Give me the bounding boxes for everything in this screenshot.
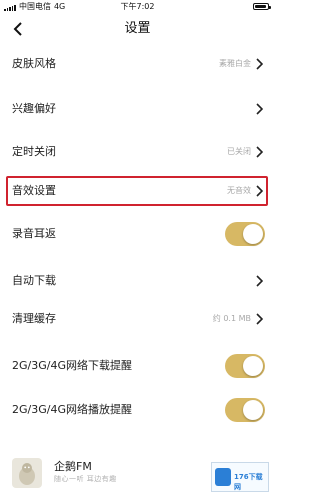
settings-row-download-reminder: 2G/3G/4G网络下载提醒	[0, 346, 275, 386]
watermark: 176下载网	[211, 462, 269, 492]
app-name: 企鹅FM	[54, 460, 92, 473]
row-label: 2G/3G/4G网络播放提醒	[12, 403, 132, 416]
row-value: 素雅白金	[219, 59, 251, 68]
row-value: 已关闭	[227, 147, 251, 156]
settings-row-sound-effect[interactable]: 音效设置 无音效	[0, 171, 275, 211]
penguin-logo-icon	[19, 463, 35, 485]
app-logo	[12, 458, 42, 488]
page-title: 设置	[124, 21, 151, 36]
chevron-right-icon	[256, 275, 263, 287]
row-label: 录音耳返	[12, 227, 56, 240]
play-reminder-toggle[interactable]	[225, 398, 265, 422]
toggle-knob	[243, 356, 263, 376]
settings-row-ear-return: 录音耳返	[0, 214, 275, 254]
row-value: 约 0.1 MB	[212, 314, 251, 323]
row-label: 自动下载	[12, 274, 56, 287]
ear-return-toggle[interactable]	[225, 222, 265, 246]
row-label: 定时关闭	[12, 145, 56, 158]
settings-row-clear-cache[interactable]: 清理缓存 约 0.1 MB	[0, 299, 275, 339]
download-reminder-toggle[interactable]	[225, 354, 265, 378]
settings-row-play-reminder: 2G/3G/4G网络播放提醒	[0, 390, 275, 430]
watermark-badge-icon	[215, 468, 231, 486]
chevron-right-icon	[256, 103, 263, 115]
app-slogan: 随心一听 耳边有趣	[54, 475, 117, 483]
settings-row-skin[interactable]: 皮肤风格 素雅白金	[0, 44, 275, 84]
toggle-knob	[243, 400, 263, 420]
chevron-right-icon	[256, 58, 263, 70]
row-label: 2G/3G/4G网络下载提醒	[12, 359, 132, 372]
settings-row-interests[interactable]: 兴趣偏好	[0, 89, 275, 129]
status-bar: 中国电信 4G 下午7:02	[0, 0, 275, 14]
toggle-knob	[243, 224, 263, 244]
chevron-right-icon	[256, 313, 263, 325]
settings-row-timer[interactable]: 定时关闭 已关闭	[0, 132, 275, 172]
chevron-right-icon	[256, 185, 263, 197]
battery-icon	[253, 3, 271, 10]
status-time: 下午7:02	[120, 2, 155, 11]
row-value: 无音效	[227, 186, 251, 195]
settings-row-auto-download[interactable]: 自动下载	[0, 261, 275, 301]
row-label: 皮肤风格	[12, 57, 56, 70]
row-label: 兴趣偏好	[12, 102, 56, 115]
app-info-card: 企鹅FM 随心一听 耳边有趣 176下载网	[0, 452, 275, 498]
chevron-right-icon	[256, 146, 263, 158]
watermark-text: 176下载网	[234, 473, 263, 491]
nav-bar: 设置	[0, 14, 275, 44]
row-label: 音效设置	[12, 184, 56, 197]
row-label: 清理缓存	[12, 312, 56, 325]
